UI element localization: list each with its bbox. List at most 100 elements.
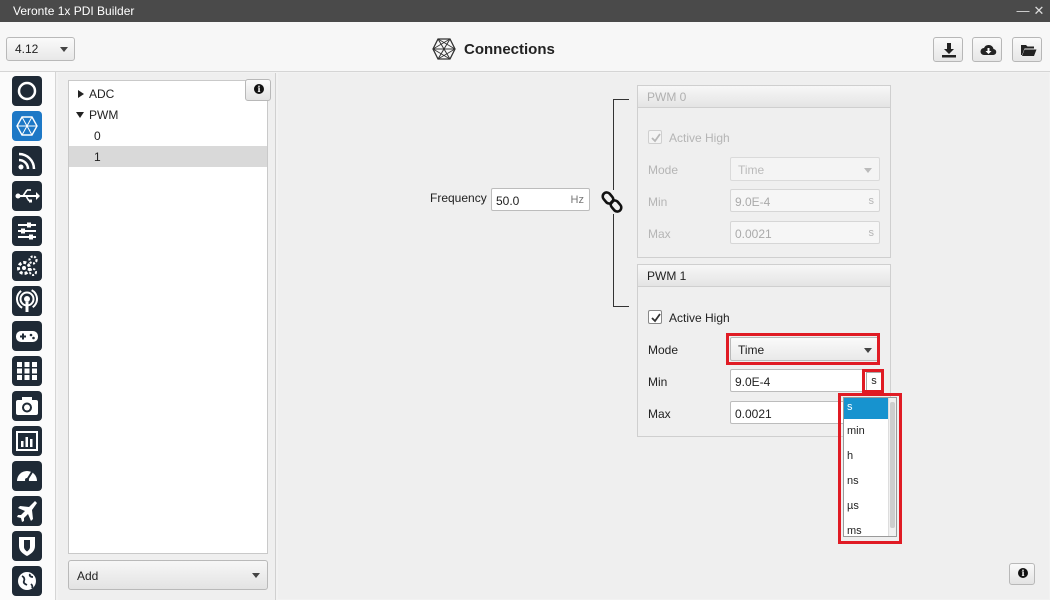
sidebar-item-grid[interactable] xyxy=(12,356,42,386)
page-title: Connections xyxy=(464,41,555,58)
rss-icon xyxy=(18,152,36,170)
main-panel: Frequency 50.0 Hz PWM 0 Active High Mode… xyxy=(278,73,1049,599)
cloud-download-button[interactable] xyxy=(972,37,1002,62)
pwm1-min-label: Min xyxy=(648,375,668,389)
frequency-value: 50.0 xyxy=(496,194,520,208)
download-icon xyxy=(942,43,956,58)
sidebar-item-config[interactable] xyxy=(12,251,42,281)
pwm0-mode-value: Time xyxy=(738,163,765,177)
tree-info-button[interactable]: i xyxy=(245,79,271,101)
sidebar-item-gamepad[interactable] xyxy=(12,321,42,351)
version-value: 4.12 xyxy=(15,42,39,56)
tree-item-label: ADC xyxy=(89,87,115,101)
sidebar-item-usb[interactable] xyxy=(12,181,42,211)
frequency-unit[interactable]: Hz xyxy=(571,194,584,206)
sidebar xyxy=(0,72,56,600)
pwm1-active-high-checkbox[interactable] xyxy=(648,310,662,324)
frequency-label: Frequency xyxy=(430,191,487,205)
sidebar-item-broadcast[interactable] xyxy=(12,286,42,316)
usb-icon xyxy=(15,189,40,203)
folder-open-icon xyxy=(1021,45,1037,56)
sidebar-item-gauge[interactable] xyxy=(12,461,42,491)
pwm0-max-label: Max xyxy=(648,227,671,241)
link-toggle-button[interactable] xyxy=(601,190,625,214)
broadcast-icon xyxy=(16,288,38,312)
pwm0-max-unit[interactable]: s xyxy=(869,227,875,239)
bar-chart-icon xyxy=(16,431,38,451)
connections-icon xyxy=(432,38,456,60)
info-icon: i xyxy=(254,84,264,94)
sidebar-item-feed[interactable] xyxy=(12,146,42,176)
info-icon: i xyxy=(1018,568,1028,578)
pwm1-mode-label: Mode xyxy=(648,343,679,357)
sidebar-item-flight[interactable] xyxy=(12,496,42,526)
expand-arrow-icon[interactable] xyxy=(78,90,84,98)
page-header: Connections xyxy=(432,38,555,60)
chain-link-icon xyxy=(601,191,623,213)
pwm0-title: PWM 0 xyxy=(638,86,890,108)
pwm1-max-label: Max xyxy=(648,407,671,421)
tree-item-label: 1 xyxy=(94,150,101,164)
pwm1-max-value: 0.0021 xyxy=(735,407,772,421)
tree-view: ADC PWM 0 1 xyxy=(68,80,268,554)
chevron-down-icon xyxy=(252,573,260,578)
sidebar-item-power[interactable] xyxy=(12,76,42,106)
globe-icon xyxy=(18,572,36,590)
sidebar-item-globe[interactable] xyxy=(12,566,42,596)
sidebar-item-charts[interactable] xyxy=(12,426,42,456)
pwm1-min-input[interactable]: 9.0E-4 xyxy=(730,369,880,392)
shield-icon xyxy=(19,537,35,556)
open-folder-button[interactable] xyxy=(1012,37,1042,62)
sidebar-item-camera[interactable] xyxy=(12,391,42,421)
pwm0-panel: PWM 0 Active High Mode Time Min 9.0E-4 s… xyxy=(637,85,891,258)
main-info-button[interactable]: i xyxy=(1009,563,1035,585)
pwm1-title: PWM 1 xyxy=(638,265,890,287)
checkmark-icon xyxy=(651,313,661,323)
toolbar: 4.12 Connections xyxy=(0,22,1050,72)
window-titlebar: Veronte 1x PDI Builder — ✕ xyxy=(0,0,1050,22)
version-select[interactable]: 4.12 xyxy=(6,37,75,61)
pwm0-max-input[interactable]: 0.0021 s xyxy=(730,221,880,244)
tree-item-pwm-1[interactable]: 1 xyxy=(69,146,267,167)
pwm0-min-value: 9.0E-4 xyxy=(735,195,771,209)
tree-item-label: PWM xyxy=(89,108,119,122)
airplane-icon xyxy=(17,501,37,522)
gears-icon xyxy=(17,255,38,276)
mode-highlight-box xyxy=(726,333,880,365)
unit-list-highlight-box xyxy=(838,393,902,544)
tree-item-label: 0 xyxy=(94,129,101,143)
pwm0-min-label: Min xyxy=(648,195,668,209)
unit-button-highlight-box xyxy=(862,369,884,393)
pwm0-max-value: 0.0021 xyxy=(735,227,772,241)
tree-panel: ADC PWM 0 1 i Add xyxy=(58,73,276,600)
pwm0-min-input[interactable]: 9.0E-4 s xyxy=(730,189,880,212)
gamepad-icon xyxy=(16,331,38,342)
add-select[interactable]: Add xyxy=(68,560,268,590)
add-label: Add xyxy=(77,569,99,583)
download-button[interactable] xyxy=(933,37,963,62)
sidebar-item-connections[interactable] xyxy=(12,111,42,141)
pwm0-mode-label: Mode xyxy=(648,163,679,177)
pwm0-mode-select[interactable]: Time xyxy=(730,157,880,181)
sidebar-item-settings[interactable] xyxy=(12,216,42,246)
pwm0-active-high-checkbox[interactable] xyxy=(648,130,662,144)
grid-icon xyxy=(17,362,37,380)
sliders-icon xyxy=(18,222,36,240)
sidebar-item-security[interactable] xyxy=(12,531,42,561)
power-icon xyxy=(17,81,37,101)
tree-item-pwm[interactable]: PWM xyxy=(69,104,267,125)
frequency-input[interactable]: 50.0 Hz xyxy=(491,188,590,211)
pwm0-min-unit[interactable]: s xyxy=(869,195,875,207)
pwm0-active-high-label: Active High xyxy=(669,131,730,145)
chevron-down-icon xyxy=(60,47,68,52)
window-title: Veronte 1x PDI Builder xyxy=(13,4,135,18)
tree-item-adc[interactable]: ADC xyxy=(69,83,267,104)
checkmark-icon xyxy=(651,133,661,143)
gauge-icon xyxy=(17,471,37,482)
camera-icon xyxy=(16,397,38,415)
minimize-button[interactable]: — xyxy=(1016,3,1030,19)
pwm1-min-value: 9.0E-4 xyxy=(735,375,771,389)
close-button[interactable]: ✕ xyxy=(1032,3,1046,19)
tree-item-pwm-0[interactable]: 0 xyxy=(69,125,267,146)
collapse-arrow-icon[interactable] xyxy=(76,112,84,118)
